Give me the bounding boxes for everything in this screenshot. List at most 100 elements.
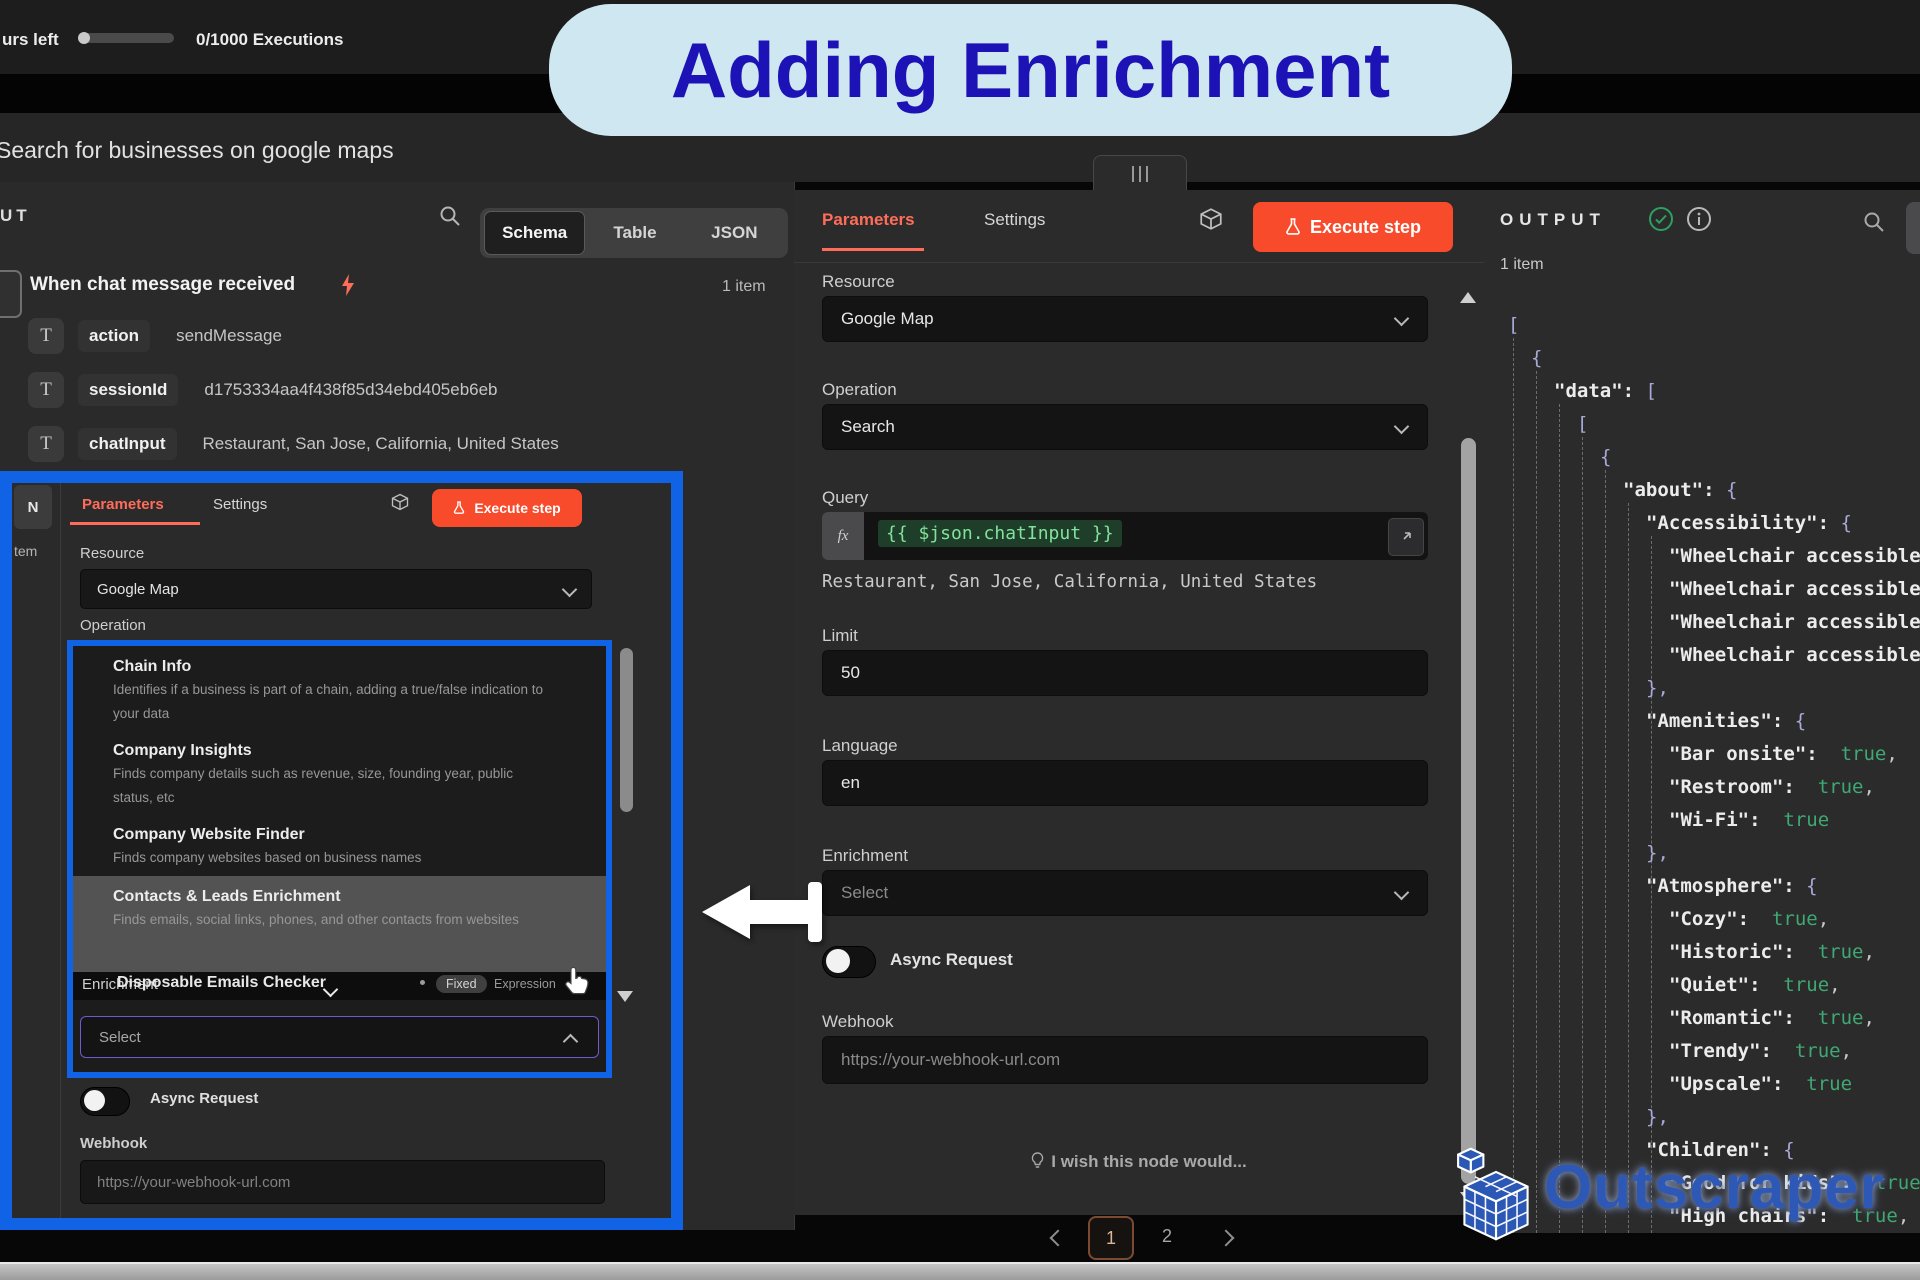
json-line: }, xyxy=(1646,675,1669,701)
node-details-panel: Parameters Settings Execute step Resourc… xyxy=(794,190,1485,1215)
outscraper-cube-icon xyxy=(1456,1146,1536,1242)
operation-select[interactable]: Search xyxy=(822,404,1428,450)
mini-operation-label: Operation xyxy=(80,617,146,634)
active-tab-underline xyxy=(822,248,924,251)
search-icon[interactable] xyxy=(438,204,462,228)
string-type-icon: T xyxy=(28,426,64,462)
json-line: "Wheelchair accessible e xyxy=(1669,543,1920,569)
json-line: "data": [ xyxy=(1554,378,1657,404)
schema-row[interactable]: TchatInputRestaurant, San Jose, Californ… xyxy=(0,422,794,466)
dropdown-option[interactable]: Company Website FinderFinds company webs… xyxy=(73,814,606,876)
tab-schema[interactable]: Schema xyxy=(484,211,585,255)
json-line: "Quiet": true, xyxy=(1669,972,1841,998)
query-expression-input[interactable]: fx {{ $json.chatInput }} xyxy=(822,512,1428,560)
enrichment-label: Enrichment xyxy=(822,846,908,866)
pagination-next-icon[interactable] xyxy=(1218,1230,1235,1247)
indent-guide xyxy=(1536,371,1537,1233)
tab-parameters[interactable]: Parameters xyxy=(822,210,915,230)
node-docs-cube-icon[interactable] xyxy=(390,492,410,512)
schema-rows: TactionsendMessage TsessionIdd1753334aa4f… xyxy=(0,314,794,476)
json-line: "Cozy": true, xyxy=(1669,906,1829,932)
panel-divider xyxy=(60,483,61,1218)
pagination-page-2[interactable]: 2 xyxy=(1162,1226,1172,1247)
chevron-down-icon xyxy=(1394,885,1410,901)
mini-execute-step-label: Execute step xyxy=(474,500,560,516)
enrichment-select[interactable]: Select xyxy=(822,870,1428,916)
screen: urs left 0/1000 Executions Search for bu… xyxy=(0,0,1920,1280)
language-input[interactable]: en xyxy=(822,760,1428,806)
fixed-toggle[interactable]: Fixed xyxy=(436,975,487,993)
mini-resource-select[interactable]: Google Map xyxy=(80,569,592,609)
field-value: Restaurant, San Jose, California, United… xyxy=(203,434,559,454)
chevron-down-icon xyxy=(1394,419,1410,435)
mini-active-tab-underline xyxy=(70,522,200,525)
outscraper-logo-text: Outscraper xyxy=(1544,1152,1885,1223)
mini-execute-step-button[interactable]: Execute step xyxy=(432,489,582,527)
json-line: [ xyxy=(1577,411,1588,437)
mini-tab-settings[interactable]: Settings xyxy=(213,496,267,513)
annotation-box-dropdown: Chain InfoIdentifies if a business is pa… xyxy=(67,640,612,1078)
tab-json[interactable]: JSON xyxy=(685,212,784,254)
scrollbar-thumb[interactable] xyxy=(1461,438,1476,1184)
mini-scroll-down-arrow[interactable] xyxy=(617,991,633,1002)
json-line: "Upscale": true xyxy=(1669,1071,1852,1097)
schema-row[interactable]: TsessionIdd1753334aa4f438f85d34ebd405eb6… xyxy=(0,368,794,412)
dropdown-option[interactable]: Company InsightsFinds company details su… xyxy=(73,730,606,814)
chevron-down-icon xyxy=(562,582,578,598)
webhook-input[interactable]: https://your-webhook-url.com xyxy=(822,1036,1428,1084)
banner-title: Adding Enrichment xyxy=(671,25,1390,116)
pagination-prev-icon[interactable] xyxy=(1050,1230,1067,1247)
input-item-count: 1 item xyxy=(722,278,766,296)
mini-async-request-toggle[interactable] xyxy=(80,1087,130,1116)
async-request-toggle[interactable] xyxy=(822,946,876,978)
hours-left-label: urs left xyxy=(2,30,59,50)
page-1-label: 1 xyxy=(1106,1228,1116,1249)
option-title: Chain Info xyxy=(113,656,606,678)
scroll-up-arrow[interactable] xyxy=(1460,292,1476,303)
expression-toggle[interactable]: Expression xyxy=(494,977,556,991)
option-description: Identifies if a business is part of a ch… xyxy=(113,678,553,726)
tab-table[interactable]: Table xyxy=(585,212,684,254)
fx-badge: fx xyxy=(822,512,864,560)
mini-webhook-input[interactable]: https://your-webhook-url.com xyxy=(80,1160,605,1204)
operation-label: Operation xyxy=(822,380,897,400)
query-preview: Restaurant, San Jose, California, United… xyxy=(822,572,1317,592)
dropdown-option[interactable]: Chain InfoIdentifies if a business is pa… xyxy=(73,646,606,730)
indent-guide xyxy=(1582,437,1583,1233)
field-name: sessionId xyxy=(78,374,178,406)
dropdown-option[interactable]: Contacts & Leads EnrichmentFinds emails,… xyxy=(73,876,606,972)
json-line: "about": { xyxy=(1623,477,1737,503)
annotation-arrow-left xyxy=(702,885,826,941)
flask-icon xyxy=(453,501,465,515)
usage-progress-knob xyxy=(78,32,90,44)
mini-tab-parameters[interactable]: Parameters xyxy=(82,496,164,513)
json-line: "Bar onsite": true, xyxy=(1669,741,1898,767)
workflow-title: Search for businesses on google maps xyxy=(0,137,394,164)
option-title: Company Website Finder xyxy=(113,824,606,846)
tab-settings[interactable]: Settings xyxy=(984,210,1045,230)
resource-select[interactable]: Google Map xyxy=(822,296,1428,342)
indent-guide xyxy=(1605,470,1606,1233)
dropdown-partial-row[interactable]: Enrichment Disposable Emails Checker Fix… xyxy=(73,972,606,1000)
node-feedback-link[interactable]: I wish this node would... xyxy=(794,1152,1484,1172)
json-line: "Wheelchair accessible s xyxy=(1669,642,1920,668)
expand-expression-icon[interactable] xyxy=(1388,518,1424,556)
json-line: { xyxy=(1531,345,1542,371)
mini-webhook-label: Webhook xyxy=(80,1135,147,1152)
json-tree: [{"data": [[{"about": {"Accessibility": … xyxy=(1484,190,1920,1233)
node-docs-cube-icon[interactable] xyxy=(1198,206,1224,232)
panel-drag-handle[interactable] xyxy=(1093,155,1187,192)
pagination-page-1[interactable]: 1 xyxy=(1088,1216,1134,1260)
enrichment-value: Select xyxy=(841,883,888,903)
json-line: "Restroom": true, xyxy=(1669,774,1875,800)
option-description: Finds emails, social links, phones, and … xyxy=(113,908,553,932)
limit-input[interactable]: 50 xyxy=(822,650,1428,696)
mini-enrichment-select[interactable]: Select xyxy=(80,1016,599,1058)
execute-step-button[interactable]: Execute step xyxy=(1253,202,1453,252)
mini-resource-value: Google Map xyxy=(97,581,179,598)
trigger-node-title[interactable]: When chat message received xyxy=(30,274,295,296)
schema-row[interactable]: TactionsendMessage xyxy=(0,314,794,358)
language-value: en xyxy=(841,773,860,793)
mini-webhook-placeholder: https://your-webhook-url.com xyxy=(97,1174,290,1191)
mini-scrollbar-thumb[interactable] xyxy=(620,648,633,812)
